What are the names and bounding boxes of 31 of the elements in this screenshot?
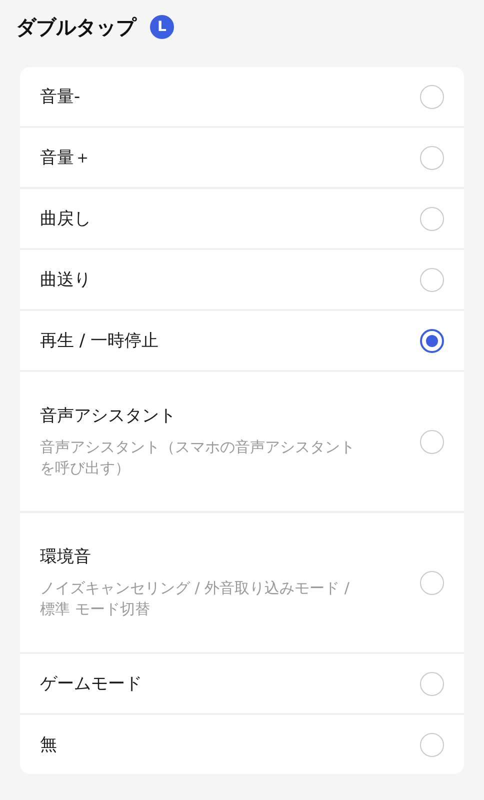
option-row[interactable]: 環境音 ノイズキャンセリング / 外音取り込みモード / 標準 モード切替 bbox=[20, 513, 464, 652]
radio-button[interactable] bbox=[420, 672, 444, 696]
option-label: ゲームモード bbox=[40, 673, 142, 695]
radio-button[interactable] bbox=[420, 430, 444, 454]
option-label: 曲戻し bbox=[40, 208, 91, 230]
option-label: 音量- bbox=[40, 86, 80, 108]
option-label: 音量＋ bbox=[40, 147, 91, 169]
option-row[interactable]: 無 bbox=[20, 715, 464, 774]
option-row[interactable]: ゲームモード bbox=[20, 654, 464, 713]
radio-button[interactable] bbox=[420, 206, 444, 230]
side-badge: L bbox=[150, 15, 174, 39]
option-label: 再生 / 一時停止 bbox=[40, 330, 159, 352]
page-title: ダブルタップ bbox=[16, 14, 136, 40]
option-row[interactable]: 音声アシスタント 音声アシスタント（スマホの音声アシスタントを呼び出す） bbox=[20, 372, 464, 511]
radio-button[interactable] bbox=[420, 328, 444, 352]
option-row[interactable]: 音量- bbox=[20, 67, 464, 126]
option-row[interactable]: 音量＋ bbox=[20, 128, 464, 187]
radio-button[interactable] bbox=[420, 570, 444, 594]
option-description: ノイズキャンセリング / 外音取り込みモード / 標準 モード切替 bbox=[40, 578, 350, 620]
option-label: 無 bbox=[40, 734, 57, 756]
option-description: 音声アシスタント（スマホの音声アシスタントを呼び出す） bbox=[40, 437, 356, 479]
option-label: 音声アシスタント bbox=[40, 405, 177, 427]
radio-button[interactable] bbox=[420, 268, 444, 292]
option-row[interactable]: 再生 / 一時停止 bbox=[20, 311, 464, 370]
radio-button[interactable] bbox=[420, 84, 444, 108]
option-label: 環境音 bbox=[40, 546, 92, 568]
option-row[interactable]: 曲戻し bbox=[20, 189, 464, 248]
radio-button[interactable] bbox=[420, 146, 444, 170]
option-label: 曲送り bbox=[40, 269, 91, 291]
radio-button[interactable] bbox=[420, 732, 444, 756]
option-row[interactable]: 曲送り bbox=[20, 250, 464, 309]
